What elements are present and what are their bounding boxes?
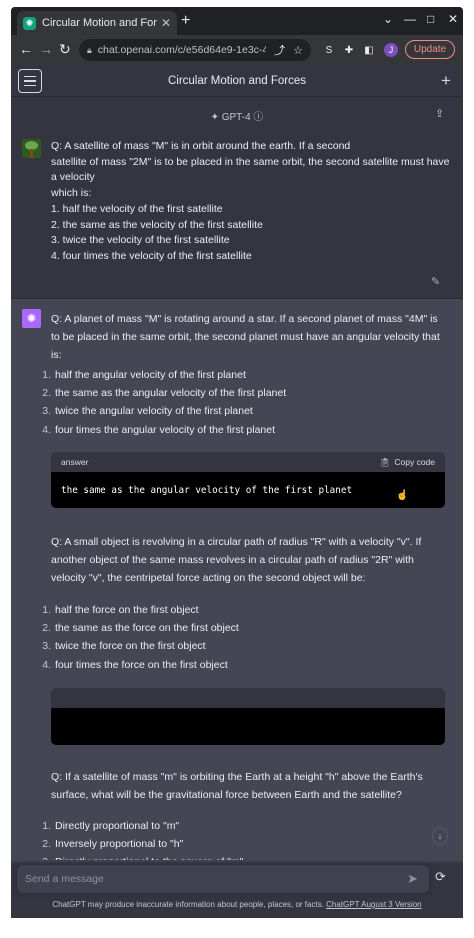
model-bar: ✦ GPT-4 ⓘ ⇪ xyxy=(11,97,463,131)
sparkle-icon: ✦ xyxy=(210,112,219,123)
user-avatar xyxy=(22,139,41,158)
share-page-icon[interactable]: ⤴ xyxy=(274,42,285,58)
tab-close-icon[interactable]: ✕ xyxy=(161,16,171,30)
minimize-icon[interactable]: — xyxy=(404,12,416,26)
question-3-text: Q: If a satellite of mass "m" is orbitin… xyxy=(51,771,423,801)
maximize-icon[interactable]: □ xyxy=(427,12,434,26)
lock-icon: 🔒︎ xyxy=(87,44,92,55)
empty-code-block xyxy=(51,688,445,745)
url-bar[interactable]: 🔒︎ chat.openai.com/c/e56d64e9-1e3c-45...… xyxy=(79,39,311,61)
clipboard-icon: 📋︎ xyxy=(379,456,391,467)
conversation-title: Circular Motion and Forces xyxy=(167,75,307,87)
fade-divider xyxy=(11,860,463,864)
code-content xyxy=(51,708,445,745)
browser-window: ✺ Circular Motion and Force ✕ + ⌄ — □ ✕ … xyxy=(11,7,463,918)
list-item: 3. twice the force on the first object xyxy=(42,640,206,653)
extensions-puzzle-icon[interactable]: ✚ xyxy=(342,43,356,57)
copy-code-button[interactable]: 📋︎ Copy code xyxy=(380,457,435,468)
assistant-message: ✺ Q: A planet of mass "M" is rotating ar… xyxy=(11,299,463,864)
question-1-options: 1. half the angular velocity of the first… xyxy=(33,366,453,439)
list-item: 4. four times the angular velocity of the… xyxy=(42,423,276,436)
user-line: 2. the same as the velocity of the first… xyxy=(51,218,263,231)
list-item: 2. the same as the force on the first obj… xyxy=(42,622,239,635)
chatgpt-favicon-icon: ✺ xyxy=(23,16,36,30)
copy-code-label: Copy code xyxy=(394,457,435,467)
user-line: 4. four times the velocity of the first … xyxy=(51,249,252,262)
disclaimer-text: ChatGPT may produce inaccurate informati… xyxy=(52,900,324,909)
code-header xyxy=(51,688,445,708)
hand-cursor-icon: ☝ xyxy=(396,490,409,501)
forward-arrow-icon[interactable]: → xyxy=(39,41,53,57)
extension-s-icon[interactable]: S xyxy=(322,43,336,57)
message-input[interactable] xyxy=(25,865,395,893)
list-item: 1. half the angular velocity of the first… xyxy=(42,369,246,381)
message-input-box: ➤ xyxy=(17,865,429,893)
user-line: a velocity xyxy=(51,171,95,184)
code-language-label: answer xyxy=(61,457,89,467)
chatgpt-logo-icon: ✺ xyxy=(22,309,41,328)
answer-code-block: answer 📋︎ Copy code the same as the angu… xyxy=(51,452,445,508)
new-tab-button[interactable]: + xyxy=(181,12,190,30)
composer: ➤ ⟳ ChatGPT may produce inaccurate infor… xyxy=(11,860,463,918)
new-chat-plus-icon[interactable]: + xyxy=(441,71,451,91)
model-name: GPT-4 xyxy=(221,112,251,123)
question-1-text: Q: A planet of mass "M" is rotating arou… xyxy=(51,313,440,361)
question-3-options: 1. Directly proportional to "m" 2. Inverse… xyxy=(33,817,453,864)
reload-icon[interactable]: ↻ xyxy=(59,41,71,58)
question-2-options: 1. half the force on the first object 2. t… xyxy=(33,601,453,674)
user-message-text: Q: A satellite of mass "M" is in orbit a… xyxy=(51,139,450,265)
list-item: 1. Directly proportional to "m" xyxy=(42,820,180,832)
list-item: 3. twice the angular velocity of the firs… xyxy=(42,405,253,418)
address-toolbar: ← → ↻ 🔒︎ chat.openai.com/c/e56d64e9-1e3c… xyxy=(11,35,463,65)
side-panel-icon[interactable]: ◧ xyxy=(362,43,376,57)
url-text: chat.openai.com/c/e56d64e9-1e3c-45... xyxy=(97,44,267,56)
app-header: Circular Motion and Forces + xyxy=(11,65,463,97)
user-line: Q: A satellite of mass "M" is in orbit a… xyxy=(51,140,351,152)
update-button[interactable]: Update xyxy=(405,40,455,59)
question-2-text: Q: A small object is revolving in a circ… xyxy=(51,536,422,584)
code-text: the same as the angular velocity of the … xyxy=(61,484,353,496)
user-message: Q: A satellite of mass "M" is in orbit a… xyxy=(11,131,463,299)
list-item: 2. Inversely proportional to "h" xyxy=(42,838,184,851)
user-line: 3. twice the velocity of the first satel… xyxy=(51,234,230,247)
model-indicator[interactable]: ✦ GPT-4 ⓘ xyxy=(11,108,463,123)
user-line: 1. half the velocity of the first satell… xyxy=(51,202,223,215)
tab-title: Circular Motion and Force xyxy=(42,17,157,29)
tab-bar: ✺ Circular Motion and Force ✕ + ⌄ — □ ✕ xyxy=(11,7,463,35)
scroll-to-bottom-icon[interactable]: ↓ xyxy=(432,828,448,844)
profile-avatar[interactable]: J xyxy=(384,43,398,57)
list-item: 1. half the force on the first object xyxy=(42,604,199,616)
list-item: 4. four times the force on the first obje… xyxy=(42,658,228,671)
send-icon[interactable]: ➤ xyxy=(407,871,418,887)
list-item: 2. the same as the angular velocity of th… xyxy=(42,387,287,400)
back-arrow-icon[interactable]: ← xyxy=(19,41,33,57)
info-icon[interactable]: ⓘ xyxy=(253,112,263,123)
code-content: the same as the angular velocity of the … xyxy=(51,472,445,508)
browser-tab[interactable]: ✺ Circular Motion and Force ✕ xyxy=(17,11,177,35)
user-line: satellite of mass "2M" is to be placed i… xyxy=(51,155,450,168)
bookmark-star-icon[interactable]: ☆ xyxy=(293,44,303,57)
code-header: answer 📋︎ Copy code xyxy=(51,452,445,472)
window-close-icon[interactable]: ✕ xyxy=(448,12,458,26)
tab-search-chevron-icon[interactable]: ⌄ xyxy=(383,12,393,26)
version-link[interactable]: ChatGPT August 3 Version xyxy=(326,900,421,909)
regenerate-icon[interactable]: ⟳ xyxy=(435,869,446,885)
disclaimer: ChatGPT may produce inaccurate informati… xyxy=(11,900,463,909)
share-chat-icon[interactable]: ⇪ xyxy=(435,107,444,120)
edit-message-icon[interactable]: ✎ xyxy=(431,275,440,288)
user-line: which is: xyxy=(51,187,92,200)
